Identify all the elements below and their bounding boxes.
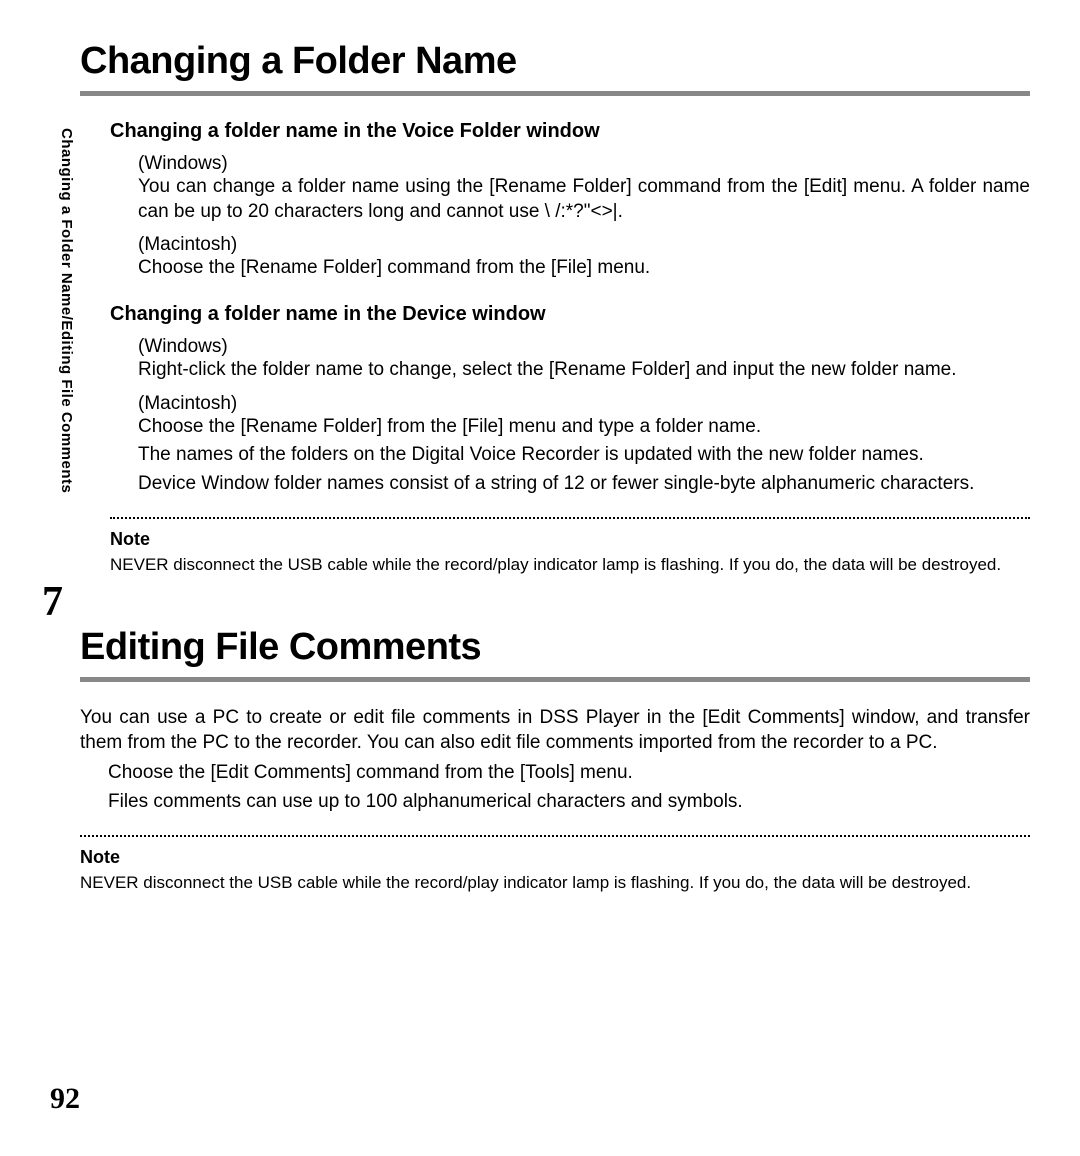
running-head: Changing a Folder Name/Editing File Comm… bbox=[58, 128, 75, 493]
section2-note-text: NEVER disconnect the USB cable while the… bbox=[80, 872, 1030, 894]
section1-sub2-mac-text1: Choose the [Rename Folder] from the [Fil… bbox=[138, 415, 1030, 440]
page-number: 92 bbox=[50, 1082, 80, 1116]
section1-sub1-win-text: You can change a folder name using the [… bbox=[138, 175, 1030, 224]
section1-sub1-mac-label: (Macintosh) bbox=[138, 234, 1030, 256]
section1-sub2-mac-text2: The names of the folders on the Digital … bbox=[138, 443, 1030, 468]
section2-body3: Files comments can use up to 100 alphanu… bbox=[108, 790, 1030, 815]
section2-body2: Choose the [Edit Comments] command from … bbox=[108, 761, 1030, 786]
section1-sub2-mac-text3: Device Window folder names consist of a … bbox=[138, 472, 1030, 497]
section1-sub2-win-text: Right-click the folder name to change, s… bbox=[138, 358, 1030, 383]
section2-note-label: Note bbox=[80, 847, 1030, 868]
section1-sub1-win-label: (Windows) bbox=[138, 153, 1030, 175]
section2-rule bbox=[80, 677, 1030, 682]
section1-title: Changing a Folder Name bbox=[80, 40, 1030, 83]
section1-sub2-mac-label: (Macintosh) bbox=[138, 393, 1030, 415]
section2-title: Editing File Comments bbox=[80, 626, 1030, 669]
section1-sub1-mac-text: Choose the [Rename Folder] command from … bbox=[138, 256, 1030, 281]
section1-sub2-heading: Changing a folder name in the Device win… bbox=[110, 303, 1030, 326]
section1-note-label: Note bbox=[110, 529, 1030, 550]
section1-sub2-win-label: (Windows) bbox=[138, 336, 1030, 358]
section1-note-text: NEVER disconnect the USB cable while the… bbox=[110, 554, 1030, 576]
chapter-number: 7 bbox=[42, 578, 63, 626]
section1-dotted-rule bbox=[110, 517, 1030, 519]
section2-body1: You can use a PC to create or edit file … bbox=[80, 706, 1030, 755]
section1-rule bbox=[80, 91, 1030, 96]
section2-dotted-rule bbox=[80, 835, 1030, 837]
section1-sub1-heading: Changing a folder name in the Voice Fold… bbox=[110, 120, 1030, 143]
